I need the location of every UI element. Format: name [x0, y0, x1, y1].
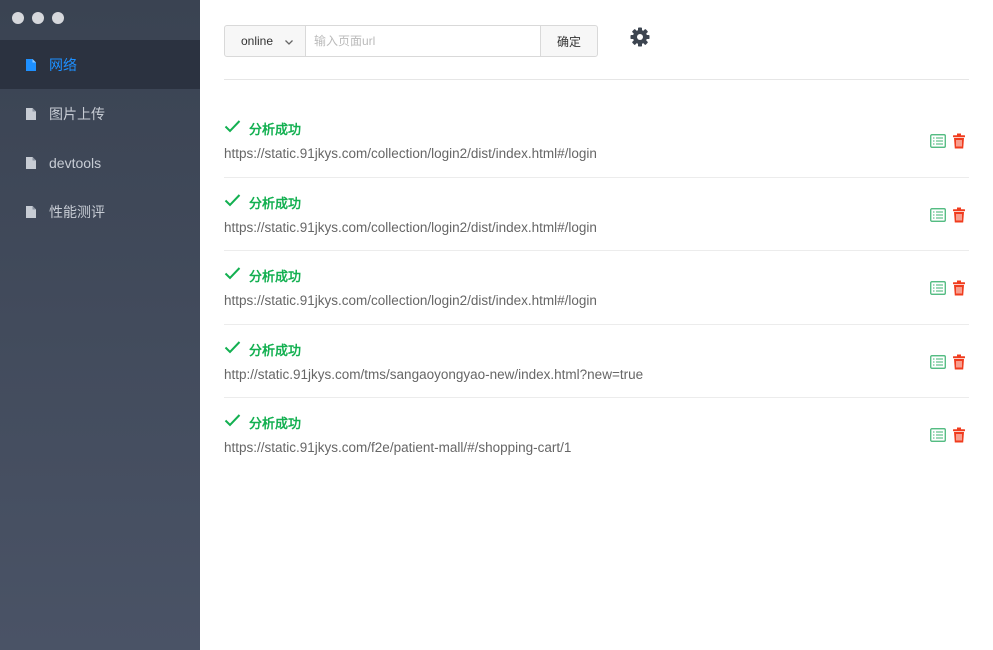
list-item: 分析成功 https://static.91jkys.com/collectio… — [224, 178, 969, 251]
main-content: online 确定 — [224, 0, 969, 650]
check-icon — [224, 119, 241, 138]
chevron-down-icon — [284, 36, 294, 50]
sidebar-nav: 网络 图片上传 devtools 性能测评 — [0, 40, 200, 236]
file-icon — [26, 107, 36, 120]
sidebar-item-performance[interactable]: 性能测评 — [0, 187, 200, 236]
results-list: 分析成功 https://static.91jkys.com/collectio… — [224, 104, 969, 472]
sidebar-item-devtools[interactable]: devtools — [0, 138, 200, 187]
status-text: 分析成功 — [249, 269, 302, 284]
status-row: 分析成功 — [224, 119, 301, 138]
result-url: http://static.91jkys.com/tms/sangaoyongy… — [224, 366, 644, 382]
env-select-value: online — [241, 34, 274, 48]
sidebar-item-label: devtools — [49, 154, 102, 171]
list-item: 分析成功 https://static.91jkys.com/collectio… — [224, 251, 969, 325]
status-text: 分析成功 — [249, 416, 302, 431]
window-minimize-button[interactable] — [32, 12, 44, 24]
sidebar-item-label: 性能测评 — [49, 203, 105, 220]
trash-icon[interactable] — [951, 280, 967, 296]
status-text: 分析成功 — [249, 122, 302, 137]
sidebar-item-network[interactable]: 网络 — [0, 40, 200, 89]
status-text: 分析成功 — [249, 342, 302, 358]
window-close-button[interactable] — [12, 12, 24, 24]
sidebar-item-image-upload[interactable]: 图片上传 — [0, 89, 200, 138]
check-icon — [224, 193, 241, 212]
result-url: https://static.91jkys.com/f2e/patient-ma… — [224, 440, 572, 455]
check-icon — [224, 340, 241, 359]
trash-icon[interactable] — [951, 207, 967, 223]
url-input[interactable] — [306, 25, 540, 57]
list-item: 分析成功 https://static.91jkys.com/f2e/patie… — [224, 398, 969, 472]
detail-list-icon[interactable] — [930, 427, 946, 443]
detail-list-icon[interactable] — [930, 280, 946, 296]
row-actions — [930, 427, 967, 443]
status-row: 分析成功 — [224, 340, 301, 359]
confirm-button[interactable]: 确定 — [540, 25, 598, 57]
window-maximize-button[interactable] — [52, 12, 64, 24]
row-actions — [930, 280, 967, 296]
detail-list-icon[interactable] — [930, 133, 946, 149]
row-actions — [930, 354, 967, 370]
file-icon — [26, 58, 36, 71]
check-icon — [224, 413, 241, 432]
sidebar-item-label: 图片上传 — [49, 105, 105, 122]
file-icon — [26, 205, 36, 218]
list-item: 分析成功 http://static.91jkys.com/tms/sangao… — [224, 325, 969, 398]
status-row: 分析成功 — [224, 266, 301, 285]
row-actions — [930, 133, 967, 149]
gear-icon[interactable] — [630, 27, 650, 47]
status-text: 分析成功 — [249, 195, 302, 211]
detail-list-icon[interactable] — [930, 354, 946, 370]
file-icon — [26, 156, 36, 169]
trash-icon[interactable] — [951, 133, 967, 149]
status-row: 分析成功 — [224, 413, 301, 432]
list-item: 分析成功 https://static.91jkys.com/collectio… — [224, 104, 969, 178]
window-controls — [12, 12, 64, 24]
trash-icon[interactable] — [951, 427, 967, 443]
result-url: https://static.91jkys.com/collection/log… — [224, 146, 597, 161]
trash-icon[interactable] — [951, 354, 967, 370]
status-row: 分析成功 — [224, 193, 301, 212]
sidebar-item-label: 网络 — [49, 56, 77, 73]
result-url: https://static.91jkys.com/collection/log… — [224, 219, 597, 235]
env-select[interactable]: online — [224, 25, 306, 57]
result-url: https://static.91jkys.com/collection/log… — [224, 293, 597, 308]
sidebar: 网络 图片上传 devtools 性能测评 — [0, 0, 200, 650]
detail-list-icon[interactable] — [930, 207, 946, 223]
row-actions — [930, 207, 967, 223]
check-icon — [224, 266, 241, 285]
divider — [224, 79, 969, 80]
url-toolbar: online 确定 — [224, 25, 598, 57]
